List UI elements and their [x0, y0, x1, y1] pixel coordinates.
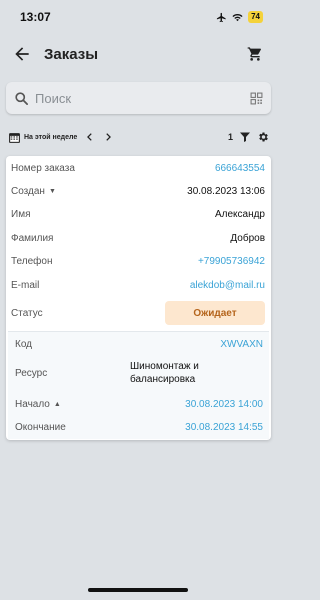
order-number-row: Номер заказа 666643554	[6, 157, 271, 179]
email-row: E-mail alekdob@mail.ru	[6, 274, 271, 296]
created-value: 30.08.2023 13:06	[187, 185, 265, 197]
phone-row: Телефон +79905736942	[6, 250, 271, 272]
cart-icon[interactable]	[247, 46, 263, 62]
filter-controls: 1	[228, 131, 269, 143]
code-label: Код	[15, 338, 33, 350]
search-bar	[6, 82, 271, 114]
last-name-row: Фамилия Добров	[6, 227, 271, 249]
phone-value[interactable]: +79905736942	[198, 256, 265, 267]
first-name-label: Имя	[11, 208, 31, 220]
start-label[interactable]: Начало ▲	[15, 399, 61, 410]
status-badge: Ожидает	[165, 301, 265, 325]
end-row: Окончание 30.08.2023 14:55	[8, 416, 269, 438]
filter-icon[interactable]	[239, 131, 251, 143]
search-input[interactable]	[35, 90, 250, 106]
booking-details: Код XWVAXN Ресурс Шиномонтаж и балансиро…	[8, 331, 269, 439]
resource-label: Ресурс	[15, 367, 48, 379]
end-value: 30.08.2023 14:55	[185, 421, 263, 433]
email-label: E-mail	[11, 279, 40, 291]
gear-icon[interactable]	[257, 131, 269, 143]
order-number-value[interactable]: 666643554	[215, 163, 265, 174]
sort-asc-icon: ▲	[53, 400, 61, 408]
chevron-left-icon	[87, 133, 92, 141]
first-name-row: Имя Александр	[6, 203, 271, 225]
code-row: Код XWVAXN	[8, 333, 269, 355]
chevron-right-icon	[106, 133, 112, 141]
results-count: 1	[227, 132, 233, 142]
airplane-icon	[217, 12, 226, 22]
prev-period-button[interactable]	[85, 132, 95, 142]
page-title: Заказы	[44, 45, 99, 63]
search-icon	[15, 91, 28, 105]
battery-indicator: 74	[248, 11, 263, 23]
resource-row: Ресурс Шиномонтаж и балансировка	[8, 357, 269, 389]
app-header: Заказы	[0, 34, 277, 74]
status-label: Статус	[11, 307, 43, 319]
qr-code-icon[interactable]	[250, 92, 263, 105]
created-label[interactable]: Создан ▼	[11, 186, 56, 197]
end-label: Окончание	[15, 421, 66, 433]
status-bar: 13:07 74	[0, 0, 277, 34]
start-row: Начало ▲ 30.08.2023 14:00	[8, 393, 269, 415]
status-icons: 74	[216, 11, 263, 23]
status-row: Статус Ожидает	[6, 299, 271, 327]
next-period-button[interactable]	[103, 132, 113, 142]
resource-value: Шиномонтаж и балансировка	[130, 361, 199, 385]
order-number-label: Номер заказа	[11, 162, 75, 174]
start-value: 30.08.2023 14:00	[185, 398, 263, 410]
created-row: Создан ▼ 30.08.2023 13:06	[6, 180, 271, 202]
period-label[interactable]: На этой неделе	[24, 134, 77, 141]
sort-desc-icon: ▼	[48, 187, 56, 195]
wifi-icon	[232, 13, 243, 21]
order-card[interactable]: Номер заказа 666643554 Создан ▼ 30.08.202…	[6, 156, 271, 440]
calendar-icon[interactable]	[8, 131, 21, 144]
status-time: 13:07	[20, 10, 51, 24]
code-value[interactable]: XWVAXN	[220, 339, 263, 350]
email-value[interactable]: alekdob@mail.ru	[190, 280, 265, 291]
last-name-value: Добров	[230, 232, 265, 244]
arrow-left-icon[interactable]	[12, 44, 32, 64]
first-name-value: Александр	[214, 208, 265, 220]
created-label-text: Создан	[11, 185, 45, 197]
filter-bar: На этой неделе 1	[0, 126, 277, 148]
phone-label: Телефон	[11, 255, 53, 267]
home-indicator[interactable]	[88, 588, 188, 592]
last-name-label: Фамилия	[11, 232, 54, 244]
start-label-text: Начало	[15, 398, 50, 410]
